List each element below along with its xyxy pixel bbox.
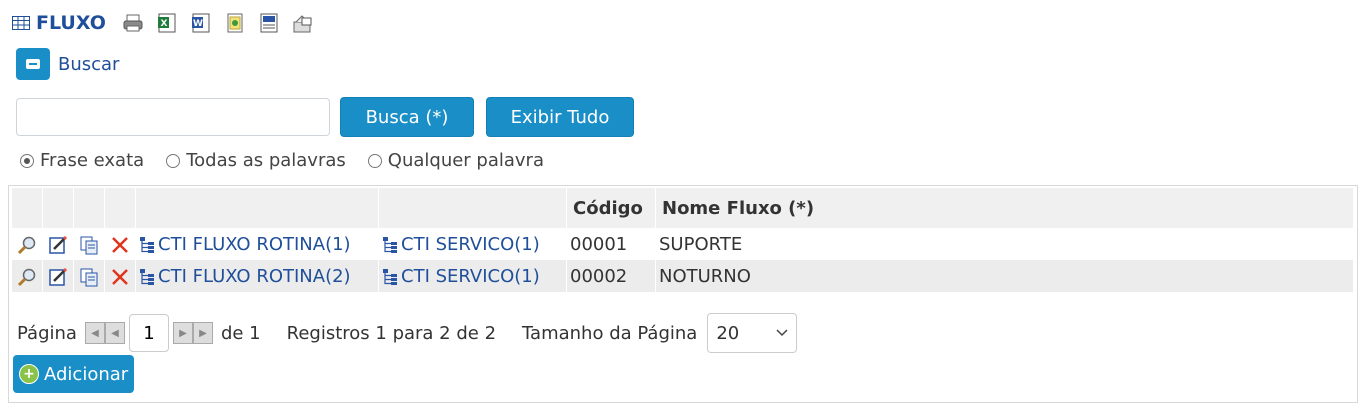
page-number-input[interactable] <box>128 314 169 352</box>
edit-cell[interactable] <box>42 260 74 292</box>
delete-cell[interactable] <box>104 260 136 292</box>
column-header <box>73 188 105 228</box>
svg-text:X: X <box>160 19 167 29</box>
link-cell[interactable]: CTI FLUXO ROTINA(1) <box>135 228 379 260</box>
codigo-cell: 00002 <box>566 260 656 292</box>
share-icon[interactable] <box>292 12 314 34</box>
search-input[interactable] <box>16 98 330 136</box>
fluxo-rotina-link[interactable]: CTI FLUXO ROTINA(1) <box>158 234 351 255</box>
column-header <box>378 188 567 228</box>
edit-icon[interactable] <box>48 267 68 287</box>
last-page-icon[interactable]: ▶ <box>192 322 213 344</box>
radio-unchecked-icon[interactable] <box>166 153 181 168</box>
radio-checked-icon[interactable] <box>20 153 34 168</box>
next-page-icon[interactable]: ▶ <box>172 322 193 344</box>
search-toggle-label[interactable]: Buscar <box>58 54 119 75</box>
fluxo-rotina-link[interactable]: CTI FLUXO ROTINA(2) <box>158 266 351 287</box>
column-header-nome-fluxo[interactable]: Nome Fluxo (*) <box>655 188 1354 228</box>
page-size-label: Tamanho da Página <box>522 322 698 344</box>
page-size-select[interactable]: 20 <box>707 313 798 353</box>
chevron-down-icon <box>776 329 788 337</box>
edit-cell[interactable] <box>42 228 74 260</box>
show-all-button[interactable]: Exibir Tudo <box>486 97 634 137</box>
pager: Página ◀ ◀ ▶ ▶ de 1 Registros 1 para 2 d… <box>17 313 798 353</box>
search-button[interactable]: Busca (*) <box>340 97 474 137</box>
svg-text:W: W <box>193 19 203 29</box>
nome-cell: NOTURNO <box>655 260 1354 292</box>
prev-page-icon[interactable]: ◀ <box>104 322 125 344</box>
report-icon[interactable] <box>258 12 280 34</box>
search-toggle[interactable]: Buscar <box>16 48 119 80</box>
copy-icon[interactable] <box>79 267 99 287</box>
tree-icon <box>140 268 154 285</box>
radio-exact-phrase[interactable]: Frase exata <box>20 150 144 171</box>
plus-icon: + <box>19 364 39 384</box>
copy-cell[interactable] <box>73 228 105 260</box>
servico-link[interactable]: CTI SERVICO(1) <box>401 234 540 255</box>
word-export-icon[interactable]: W <box>190 12 212 34</box>
page-count: de 1 <box>220 322 261 344</box>
nome-cell: SUPORTE <box>655 228 1354 260</box>
add-button[interactable]: + Adicionar <box>13 355 135 393</box>
radio-label: Todas as palavras <box>186 150 346 171</box>
copy-icon[interactable] <box>79 235 99 255</box>
add-button-label[interactable]: Adicionar <box>44 364 128 385</box>
image-export-icon[interactable] <box>224 12 246 34</box>
tree-icon <box>140 236 154 253</box>
data-grid: Código Nome Fluxo (*) CTI FLUXO ROTINA(1… <box>8 185 1358 403</box>
radio-all-words[interactable]: Todas as palavras <box>166 150 346 171</box>
page-size-value: 20 <box>716 322 740 344</box>
delete-cell[interactable] <box>104 228 136 260</box>
search-row: Busca (*) Exibir Tudo <box>16 97 634 137</box>
column-header <box>104 188 136 228</box>
table-row: CTI FLUXO ROTINA(1) CTI SERVICO(1) 00001… <box>12 228 1354 260</box>
search-options: Frase exata Todas as palavras Qualquer p… <box>20 150 566 171</box>
magnifier-icon[interactable] <box>17 235 37 255</box>
radio-label: Qualquer palavra <box>387 150 544 171</box>
radio-label: Frase exata <box>40 150 145 171</box>
column-header-codigo[interactable]: Código <box>566 188 656 228</box>
table-row: CTI FLUXO ROTINA(2) CTI SERVICO(1) 00002… <box>12 260 1354 292</box>
magnifier-icon[interactable] <box>17 267 37 287</box>
first-page-icon[interactable]: ◀ <box>84 322 105 344</box>
column-header <box>12 188 43 228</box>
delete-icon[interactable] <box>110 267 130 287</box>
servico-link[interactable]: CTI SERVICO(1) <box>401 266 540 287</box>
view-cell[interactable] <box>12 228 43 260</box>
radio-unchecked-icon[interactable] <box>367 153 382 168</box>
print-icon[interactable] <box>122 12 144 34</box>
radio-any-word[interactable]: Qualquer palavra <box>367 150 544 171</box>
link-cell[interactable]: CTI FLUXO ROTINA(2) <box>135 260 379 292</box>
delete-icon[interactable] <box>110 235 130 255</box>
table-icon <box>12 16 30 30</box>
view-cell[interactable] <box>12 260 43 292</box>
copy-cell[interactable] <box>73 260 105 292</box>
tree-icon <box>383 268 397 285</box>
column-header <box>42 188 74 228</box>
link-cell[interactable]: CTI SERVICO(1) <box>378 260 567 292</box>
edit-icon[interactable] <box>48 235 68 255</box>
link-cell[interactable]: CTI SERVICO(1) <box>378 228 567 260</box>
collapse-icon[interactable] <box>16 48 50 80</box>
records-text: Registros 1 para 2 de 2 <box>286 322 497 344</box>
excel-export-icon[interactable]: X <box>156 12 178 34</box>
title-bar: FLUXO X W <box>12 8 326 38</box>
tree-icon <box>383 236 397 253</box>
page-label: Página <box>17 322 77 344</box>
data-table: Código Nome Fluxo (*) CTI FLUXO ROTINA(1… <box>12 188 1354 292</box>
table-header-row: Código Nome Fluxo (*) <box>12 188 1354 228</box>
page-title: FLUXO <box>36 12 106 34</box>
column-header <box>135 188 379 228</box>
codigo-cell: 00001 <box>566 228 656 260</box>
